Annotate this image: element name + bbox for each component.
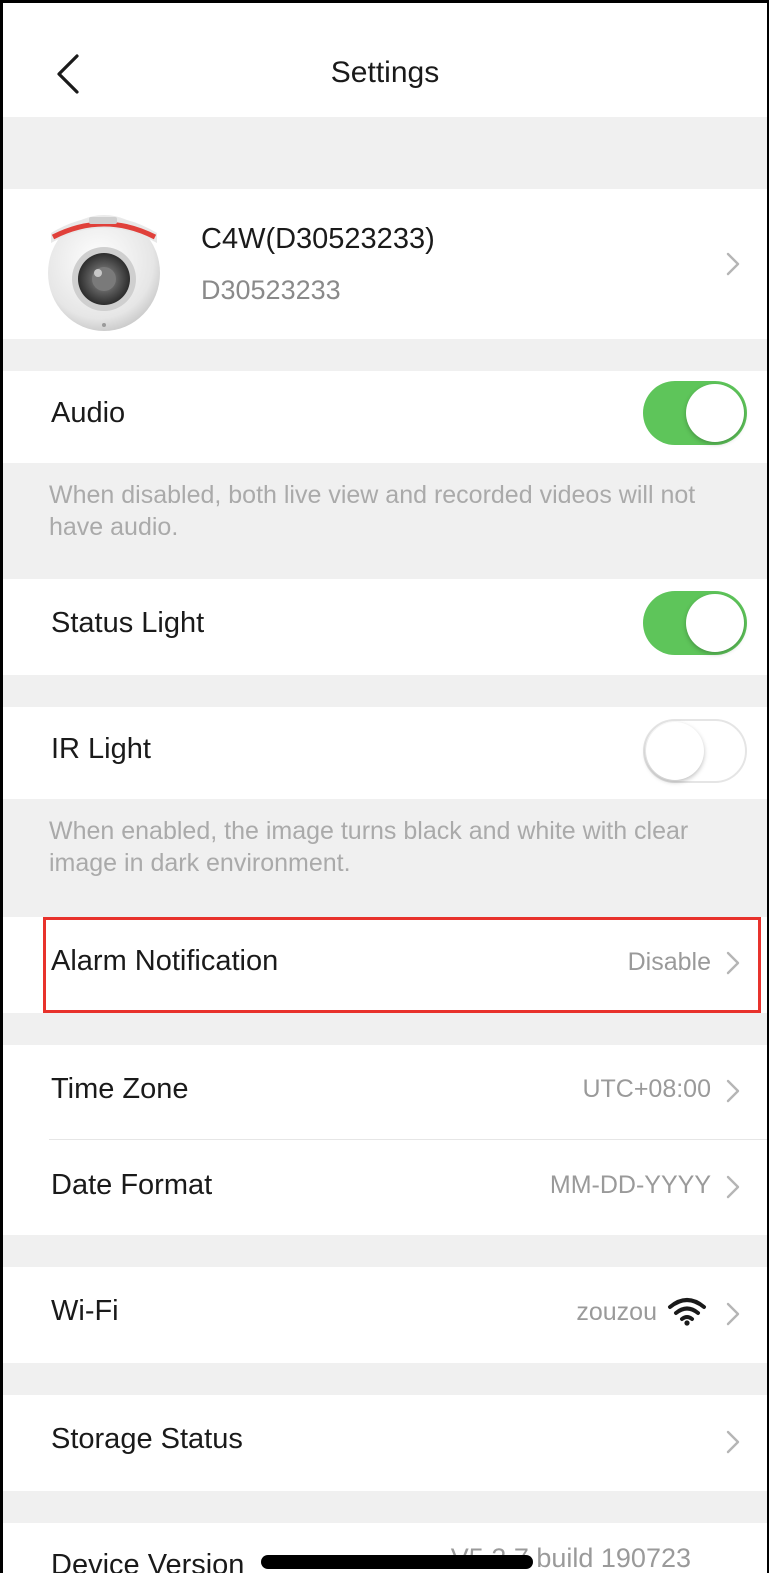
time-zone-value: UTC+08:00: [582, 1075, 711, 1103]
date-format-value: MM-DD-YYYY: [549, 1171, 711, 1199]
chevron-right-icon: [726, 1175, 740, 1199]
settings-screen: Settings C4W(D30523233) D30523233 Audio …: [0, 0, 769, 1573]
chevron-right-icon: [726, 252, 740, 276]
time-zone-chevron: [725, 1078, 741, 1104]
time-zone-label: Time Zone: [51, 1073, 189, 1105]
toggle-knob: [646, 722, 704, 780]
highlight-box: [43, 917, 761, 1013]
status-light-toggle[interactable]: [643, 591, 747, 655]
wifi-chevron: [725, 1301, 741, 1327]
ir-light-description: When enabled, the image turns black and …: [3, 799, 767, 917]
chevron-right-icon: [726, 1079, 740, 1103]
audio-label: Audio: [51, 397, 126, 429]
home-indicator[interactable]: [261, 1555, 533, 1569]
section-gap: [3, 1235, 767, 1267]
navigation-bar: Settings: [3, 3, 767, 115]
section-gap: [3, 339, 767, 371]
page-title: Settings: [330, 56, 440, 89]
date-format-label: Date Format: [51, 1169, 213, 1201]
audio-toggle[interactable]: [643, 381, 747, 445]
ir-light-toggle[interactable]: [643, 719, 747, 783]
status-light-label: Status Light: [51, 607, 205, 639]
section-gap: [3, 1363, 767, 1395]
ir-light-label: IR Light: [51, 733, 151, 765]
toggle-knob: [686, 594, 744, 652]
section-gap: [3, 1491, 767, 1523]
chevron-right-icon: [726, 1302, 740, 1326]
date-format-chevron: [725, 1174, 741, 1200]
wifi-network-name: zouzou: [576, 1298, 657, 1326]
toggle-knob: [686, 384, 744, 442]
device-card-chevron: [725, 251, 741, 277]
camera-thumbnail: [45, 203, 163, 333]
section-gap: [3, 675, 767, 707]
section-gap: [3, 1013, 767, 1045]
section-gap: [3, 117, 767, 189]
wifi-label: Wi-Fi: [51, 1295, 119, 1327]
wifi-icon: [667, 1296, 707, 1326]
storage-status-label: Storage Status: [51, 1423, 243, 1455]
storage-status-chevron: [725, 1429, 741, 1455]
device-version-label: Device Version: [51, 1549, 245, 1573]
audio-description: When disabled, both live view and record…: [3, 463, 767, 579]
device-serial: D30523233: [201, 275, 341, 305]
device-name: C4W(D30523233): [201, 223, 435, 255]
chevron-right-icon: [726, 1430, 740, 1454]
